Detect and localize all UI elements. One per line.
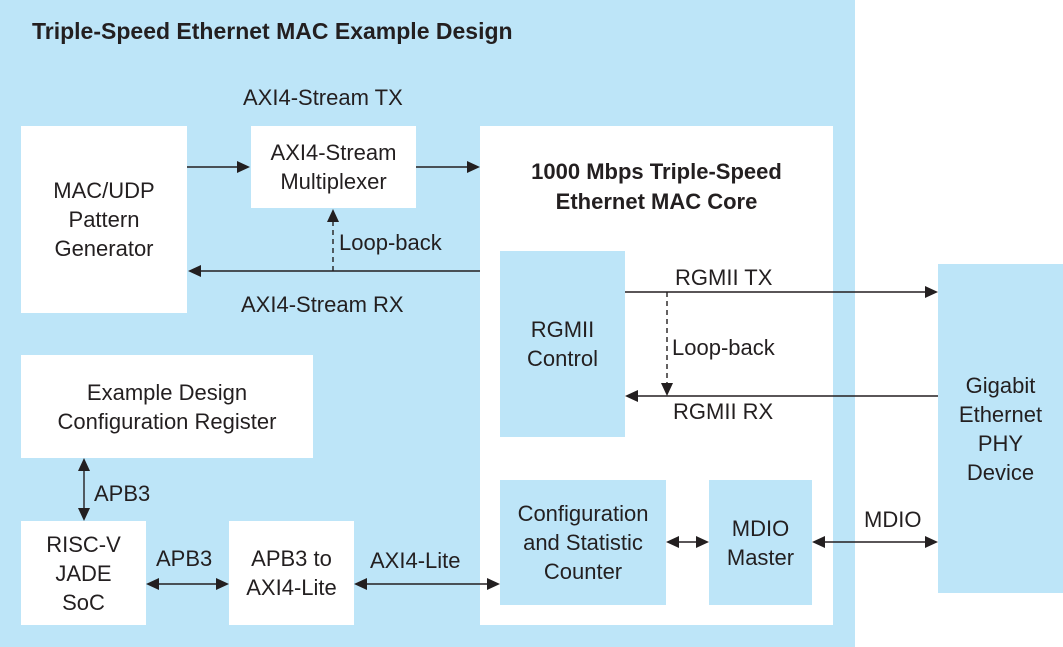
apb3-horizontal-label: APB3 xyxy=(156,546,213,571)
diagram-title: Triple-Speed Ethernet MAC Example Design xyxy=(32,18,513,44)
riscv-soc-block: RISC-V JADE SoC xyxy=(21,521,146,625)
config-stat-counter-block: Configuration and Statistic Counter xyxy=(500,480,666,605)
apb3-vertical-label: APB3 xyxy=(94,481,151,506)
arrowhead-icon xyxy=(925,536,938,548)
rgmii-control-block: RGMII Control xyxy=(500,251,625,437)
rgmii-loopback-label: Loop-back xyxy=(672,335,775,360)
axi-stream-tx-label: AXI4-Stream TX xyxy=(243,85,403,110)
apb3-to-axi4lite-block: APB3 to AXI4-Lite xyxy=(229,521,354,625)
arrowhead-icon xyxy=(925,286,938,298)
mdio-master-block: MDIO Master xyxy=(709,480,812,605)
stream-mux-block: AXI4-Stream Multiplexer xyxy=(251,126,416,208)
rgmii-rx-label: RGMII RX xyxy=(673,399,774,424)
phy-device-block: Gigabit Ethernet PHY Device xyxy=(938,264,1063,593)
config-register-block: Example Design Configuration Register xyxy=(21,355,313,458)
mdio-label: MDIO xyxy=(864,507,922,532)
mac-core-title: 1000 Mbps Triple-Speed Ethernet MAC Core xyxy=(531,159,782,214)
axi4-lite-label: AXI4-Lite xyxy=(370,548,461,573)
axi-stream-rx-label: AXI4-Stream RX xyxy=(241,292,404,317)
pattern-generator-block: MAC/UDP Pattern Generator xyxy=(21,126,187,313)
rgmii-tx-label: RGMII TX xyxy=(675,265,773,290)
axi-loopback-label: Loop-back xyxy=(339,230,442,255)
